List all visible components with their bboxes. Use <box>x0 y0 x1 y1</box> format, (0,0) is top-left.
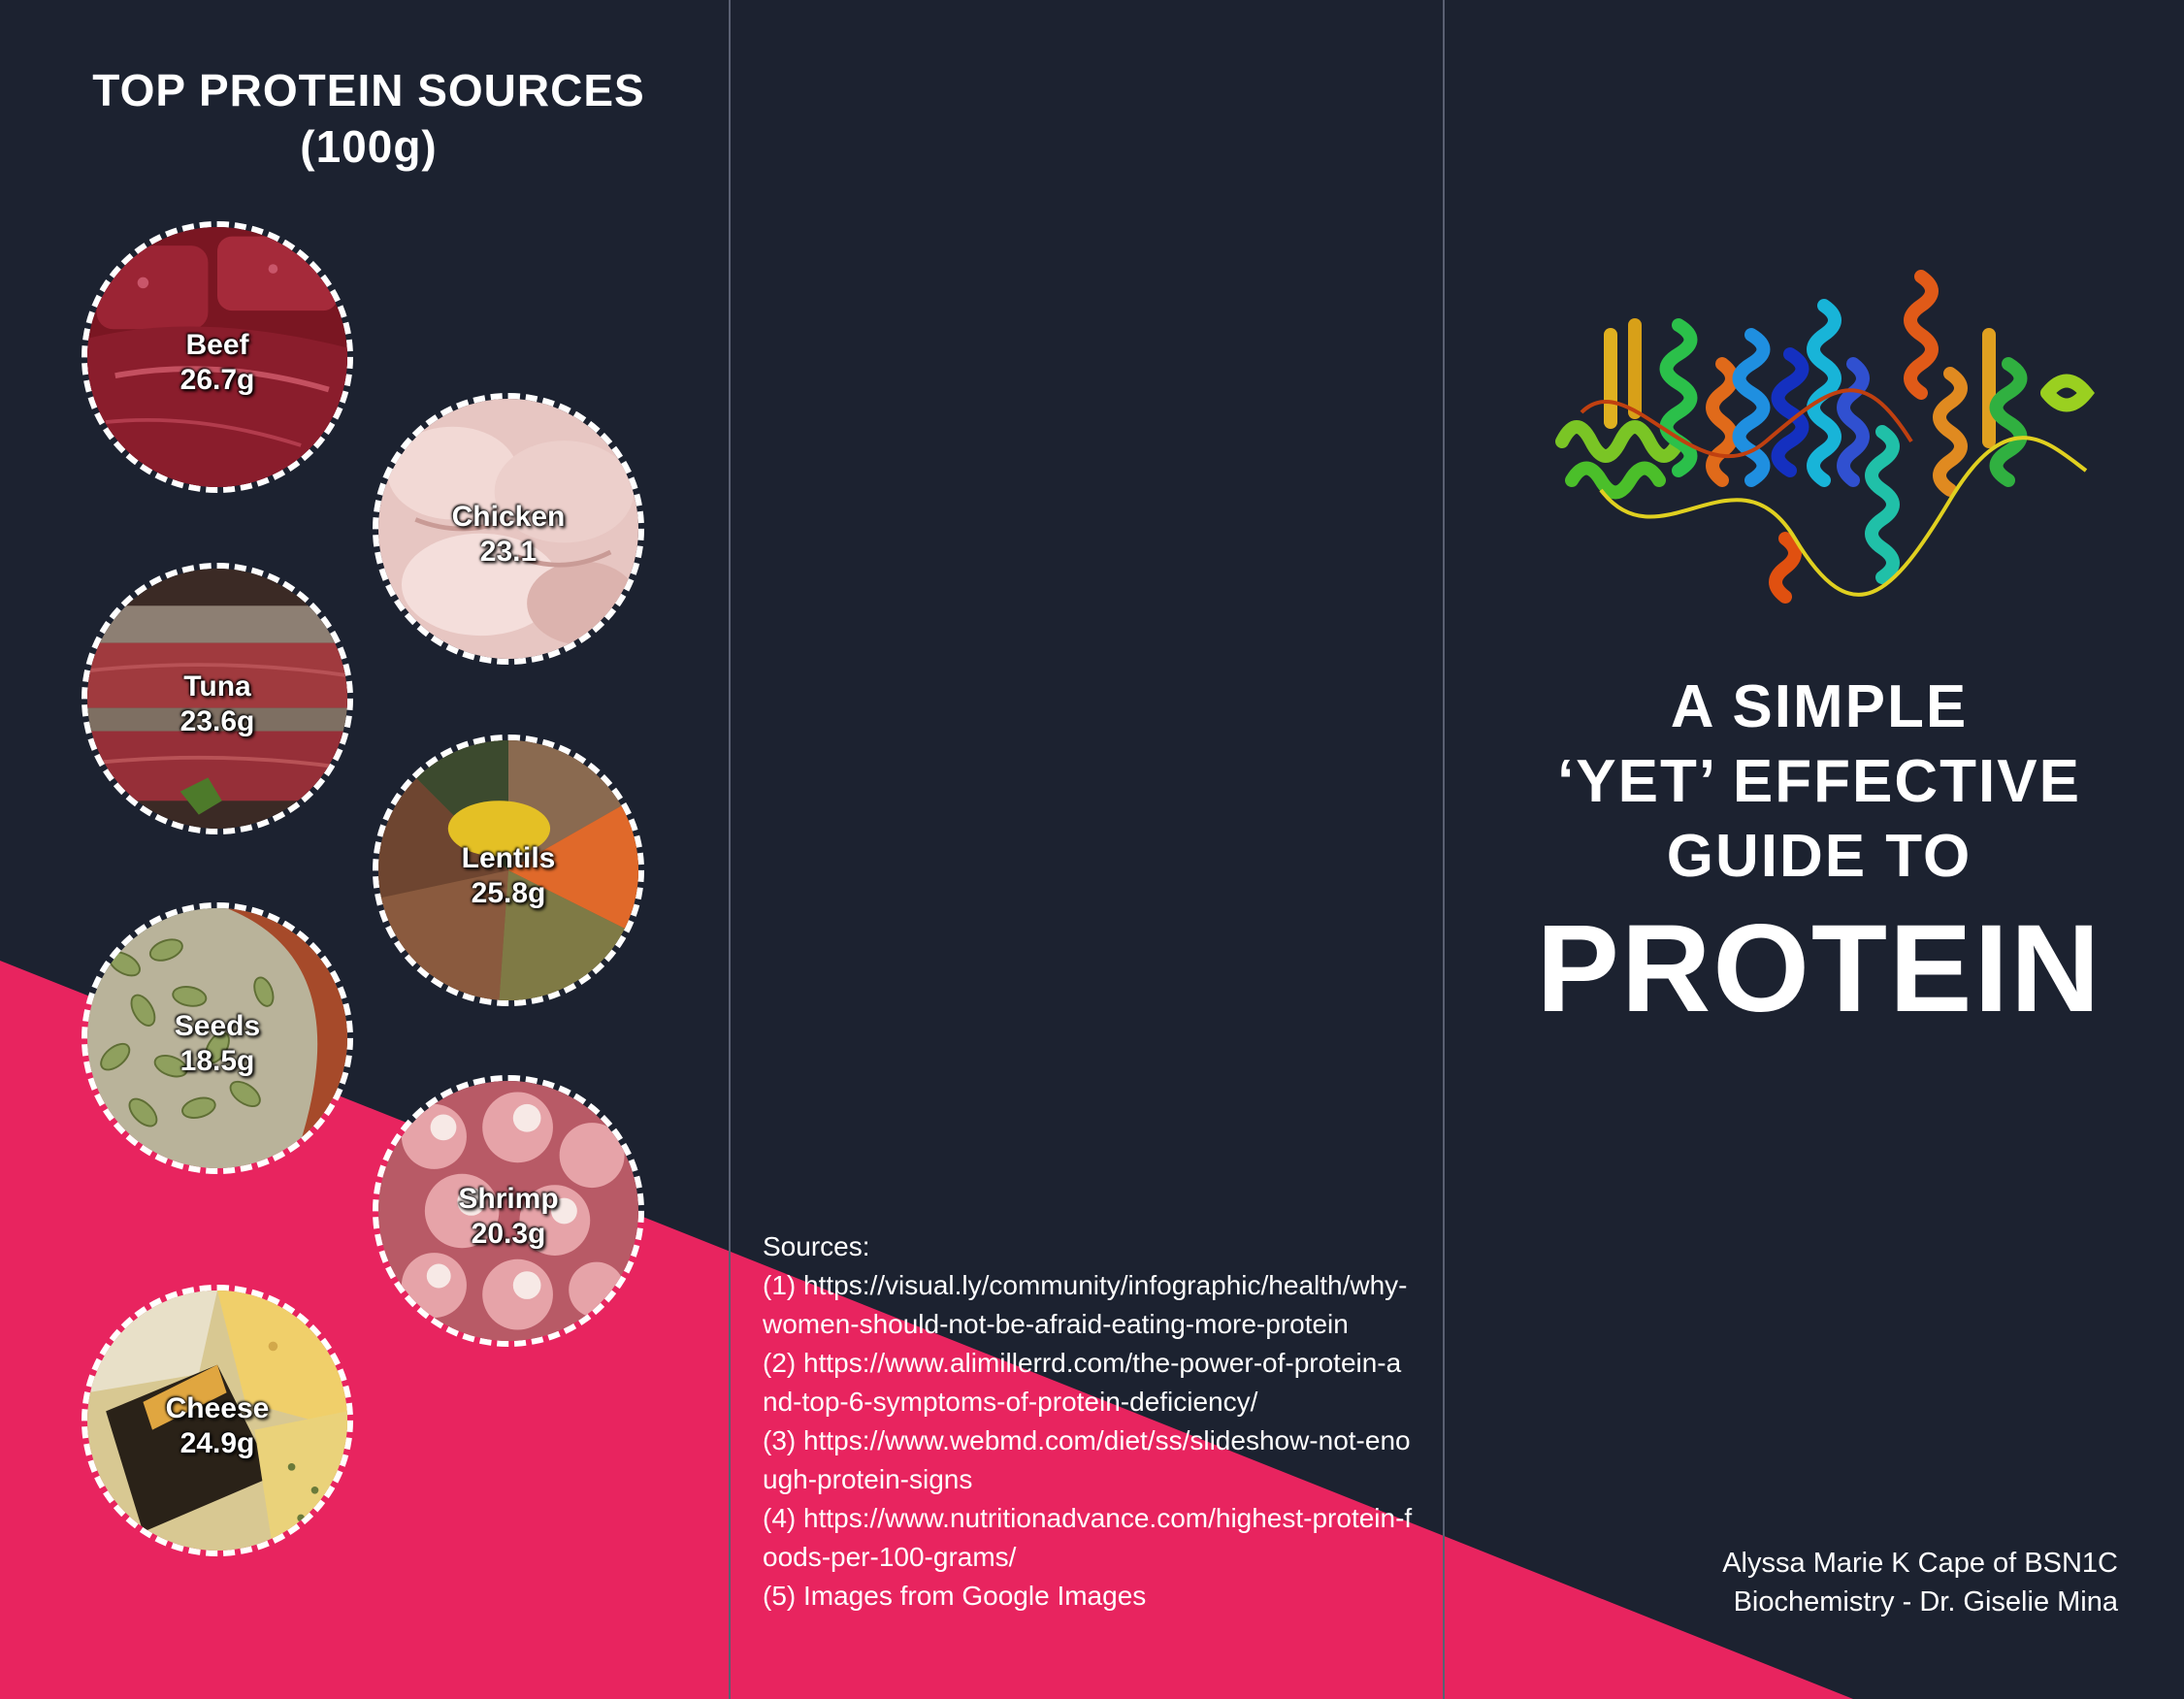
food-name: Chicken <box>451 501 566 533</box>
cover-title-line-2: ‘YET’ EFFECTIVE <box>1557 748 2081 815</box>
title-line-2: (100g) <box>300 121 438 172</box>
food-amount: 24.9g <box>179 1427 255 1459</box>
source-line: (3) https://www.webmd.com/diet/ss/slides… <box>763 1425 1411 1455</box>
cover-title-line-3: GUIDE TO <box>1666 823 1972 890</box>
author-credits: Alyssa Marie K Cape of BSN1C Biochemistr… <box>1722 1544 2118 1621</box>
food-name: Seeds <box>174 1010 261 1042</box>
title-line-1: TOP PROTEIN SOURCES <box>92 65 645 115</box>
food-name: Tuna <box>183 670 251 702</box>
food-name: Lentils <box>461 842 556 874</box>
food-shrimp: Shrimp 20.3g <box>373 1075 644 1347</box>
top-protein-sources-title: TOP PROTEIN SOURCES (100g) <box>29 62 708 175</box>
source-line: (1) https://visual.ly/community/infograp… <box>763 1270 1408 1300</box>
food-cheese: Cheese 24.9g <box>81 1285 353 1556</box>
source-line: (5) Images from Google Images <box>763 1581 1147 1611</box>
course-info: Biochemistry - Dr. Giselie Mina <box>1733 1586 2118 1617</box>
cover-title-line-1: A SIMPLE <box>1670 673 1969 740</box>
source-line: (2) https://www.alimillerrd.com/the-powe… <box>763 1348 1402 1378</box>
sources-heading: Sources: <box>763 1231 870 1261</box>
source-line: (4) https://www.nutritionadvance.com/hig… <box>763 1503 1413 1533</box>
author-name: Alyssa Marie K Cape of BSN1C <box>1722 1548 2118 1579</box>
food-amount: 18.5g <box>179 1045 255 1077</box>
food-chicken: Chicken 23.1 <box>373 393 644 665</box>
source-line: women-should-not-be-afraid-eating-more-p… <box>763 1309 1349 1339</box>
source-line: oods-per-100-grams/ <box>763 1542 1017 1572</box>
food-amount: 23.1 <box>479 536 538 568</box>
food-lentils: Lentils 25.8g <box>373 735 644 1006</box>
food-beef: Beef 26.7g <box>81 221 353 493</box>
food-amount: 23.6g <box>179 705 255 737</box>
food-amount: 20.3g <box>471 1218 546 1250</box>
food-name: Beef <box>185 329 249 361</box>
cover-title-protein: PROTEIN <box>1536 899 2103 1038</box>
cover-title: A SIMPLE ‘YET’ EFFECTIVE GUIDE TO PROTEI… <box>1455 670 2183 1037</box>
food-amount: 26.7g <box>179 364 255 396</box>
fold-line-left <box>729 0 731 1699</box>
protein-ribbon-structure-image <box>1555 270 2095 604</box>
source-line: nd-top-6-symptoms-of-protein-deficiency/ <box>763 1387 1258 1417</box>
food-seeds: Seeds 18.5g <box>81 902 353 1174</box>
food-tuna: Tuna 23.6g <box>81 563 353 834</box>
source-line: ugh-protein-signs <box>763 1464 973 1494</box>
sources-list: Sources: (1) https://visual.ly/community… <box>763 1227 1432 1616</box>
food-name: Shrimp <box>458 1183 559 1215</box>
fold-line-right <box>1443 0 1445 1699</box>
food-amount: 25.8g <box>471 877 546 909</box>
food-name: Cheese <box>165 1392 270 1424</box>
